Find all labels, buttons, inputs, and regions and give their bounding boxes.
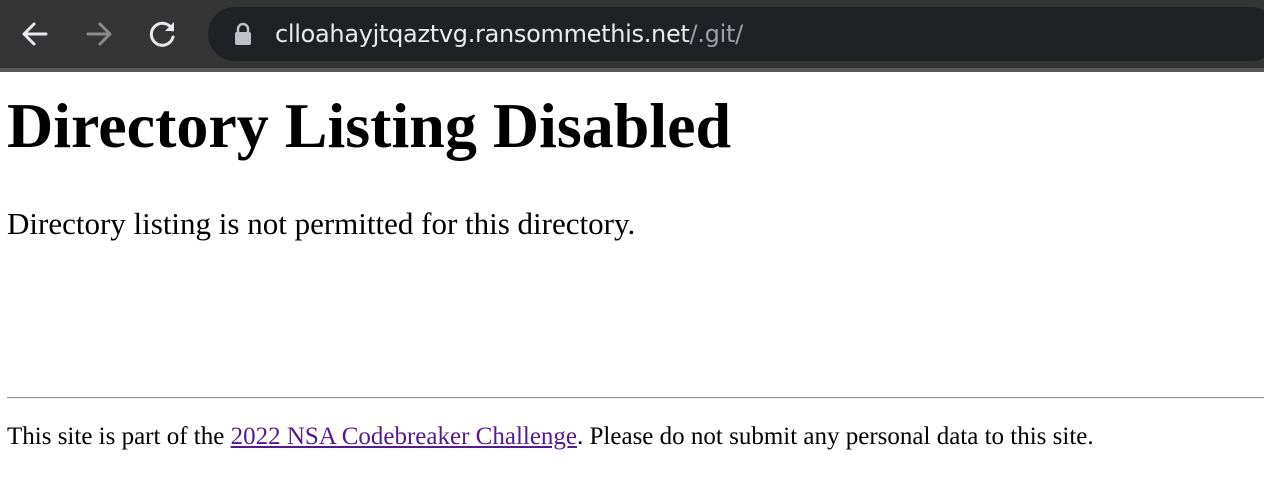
forward-button[interactable] [79,14,119,54]
reload-icon [149,21,175,47]
url-text[interactable]: clloahayjtqaztvg.ransommethis.net/.git/ [275,18,743,50]
footer-divider [7,397,1264,399]
arrow-left-icon [22,22,48,46]
error-message: Directory listing is not permitted for t… [7,206,636,241]
back-button[interactable] [15,14,55,54]
footer-prefix: This site is part of the [7,423,231,450]
footer-text: This site is part of the 2022 NSA Codebr… [7,420,1094,454]
address-bar[interactable]: clloahayjtqaztvg.ransommethis.net/.git/ [208,7,1264,61]
url-host: clloahayjtqaztvg.ransommethis.net [275,20,690,48]
reload-button[interactable] [143,14,183,54]
lock-icon[interactable] [232,22,254,46]
footer-suffix: . Please do not submit any personal data… [577,423,1094,450]
arrow-right-icon [86,22,112,46]
codebreaker-challenge-link[interactable]: 2022 NSA Codebreaker Challenge [231,423,577,450]
url-path: /.git/ [689,20,744,48]
browser-toolbar: clloahayjtqaztvg.ransommethis.net/.git/ [0,0,1264,68]
page-title: Directory Listing Disabled [7,90,732,161]
page-content: Directory Listing Disabled Directory lis… [0,72,1264,497]
